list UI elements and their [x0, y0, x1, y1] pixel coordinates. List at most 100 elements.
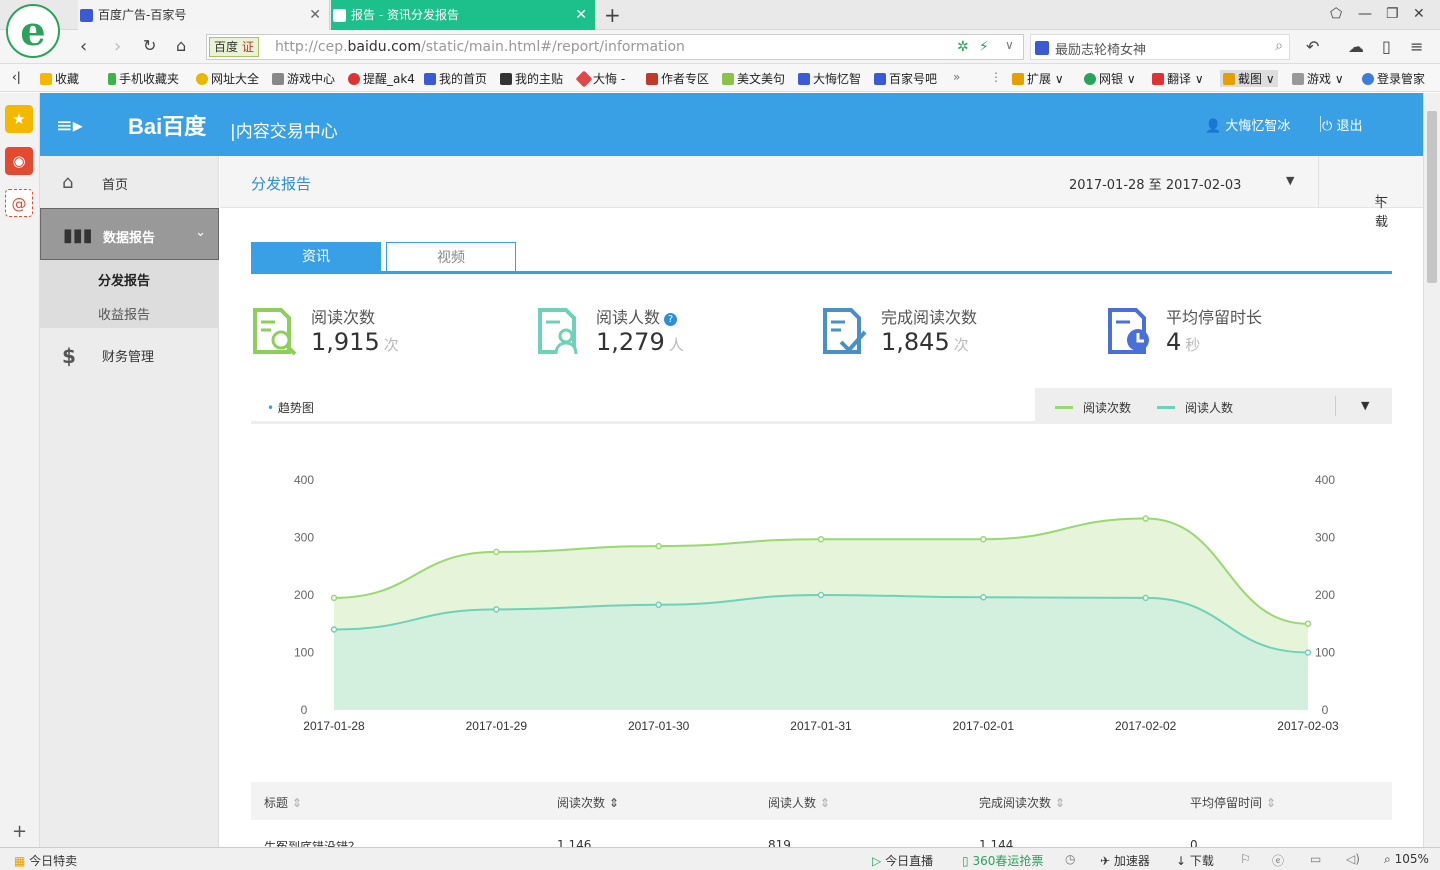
sidebar-subitem-distribution[interactable]: 分发报告: [40, 260, 219, 294]
add-icon[interactable]: +: [12, 821, 27, 842]
caret-down-icon[interactable]: ▼: [1286, 174, 1294, 187]
undo-icon[interactable]: ↶: [1306, 37, 1319, 56]
browser-tab[interactable]: 百度广告-百家号 ✕: [78, 0, 330, 30]
bookmark-item[interactable]: 百家号吧: [874, 70, 937, 87]
user-menu[interactable]: 👤 大悔忆智冰: [1205, 115, 1290, 134]
new-tab-icon[interactable]: +: [604, 3, 621, 27]
status-history-icon[interactable]: ◷: [1065, 852, 1075, 866]
y-tick-label: 0: [301, 703, 308, 717]
browser-tab-active[interactable]: 报告 - 资讯分发报告 ✕: [331, 0, 595, 30]
scrollbar[interactable]: [1423, 93, 1440, 847]
security-icon[interactable]: ✲: [957, 39, 969, 55]
bookmark-item[interactable]: 手机收藏夹: [108, 70, 179, 87]
browser-navbar: ‹ › ↻ ⌂ 百度 证 http://cep.baidu.com/static…: [0, 30, 1440, 64]
sidebar-item-finance[interactable]: $ 财务管理: [40, 328, 219, 380]
bookmark-item[interactable]: 网址大全: [196, 70, 259, 87]
bookmark-item[interactable]: 作者专区: [646, 70, 709, 87]
logout-button[interactable]: ⏻ 退出: [1322, 115, 1362, 134]
close-icon[interactable]: ✕: [575, 0, 587, 30]
favorites-star-icon[interactable]: ★: [5, 105, 33, 133]
search-input[interactable]: 最励志轮椅女神: [1055, 39, 1146, 58]
mail-icon[interactable]: @: [5, 189, 33, 217]
bookmarks-toggle-icon[interactable]: ‹|: [12, 70, 21, 84]
scrollbar-thumb[interactable]: [1427, 111, 1437, 283]
restore-icon[interactable]: ❐: [1386, 6, 1399, 22]
tab-video[interactable]: 视频: [386, 242, 516, 272]
window-close-icon[interactable]: ✕: [1413, 6, 1425, 22]
date-range-picker[interactable]: 2017-01-28 至 2017-02-03: [1069, 174, 1241, 193]
hamburger-menu-icon[interactable]: ≡▸: [56, 113, 83, 137]
minimize-icon[interactable]: —: [1358, 6, 1372, 22]
flash-icon[interactable]: ⚡: [979, 39, 989, 55]
x-tick-label: 2017-02-01: [953, 719, 1015, 733]
sidebar-subitem-income[interactable]: 收益报告: [40, 294, 219, 328]
page-title: 分发报告: [251, 175, 312, 193]
mobile-icon[interactable]: ▯: [1382, 37, 1391, 56]
browser-logo-icon[interactable]: e: [6, 4, 60, 58]
column-header-completed[interactable]: 完成阅读次数 ⇕: [979, 794, 1065, 811]
menu-icon[interactable]: ≡: [1410, 37, 1423, 56]
skin-icon[interactable]: ⬠: [1330, 6, 1342, 22]
status-train-ticket[interactable]: ▯ 360春运抢票: [962, 852, 1043, 869]
status-download[interactable]: ↓ 下载: [1176, 852, 1214, 869]
extension-item[interactable]: 截图 ∨: [1220, 70, 1278, 87]
flag-icon[interactable]: ⚐: [1240, 852, 1251, 866]
address-url[interactable]: http://cep.baidu.com/static/main.html#/r…: [275, 39, 685, 55]
column-header-readers[interactable]: 阅读人数 ⇕: [768, 794, 830, 811]
cloud-icon[interactable]: ☁: [1348, 37, 1364, 56]
dropdown-icon[interactable]: ∨: [1005, 38, 1014, 52]
stat-avg-duration: 平均停留时长 4秒: [1106, 304, 1386, 364]
column-header-reads[interactable]: 阅读次数 ⇕: [557, 794, 619, 811]
bookmark-item[interactable]: 大悔忆智: [798, 70, 861, 87]
baidu-logo[interactable]: Bai百度: [128, 109, 206, 141]
caret-down-icon[interactable]: ▼: [1361, 399, 1369, 412]
bookmark-item[interactable]: 游戏中心: [272, 70, 335, 87]
back-icon[interactable]: ‹: [80, 36, 87, 57]
bookmark-item[interactable]: 大悔 -: [575, 70, 625, 88]
sort-icon: ⇕: [1265, 796, 1276, 810]
extension-item[interactable]: 网银 ∨: [1084, 70, 1136, 87]
download-button[interactable]: ⤓ 下载: [1318, 156, 1423, 230]
legend-item-reads[interactable]: 阅读次数: [1055, 399, 1131, 416]
bookmark-item[interactable]: 提醒_ak4: [348, 70, 415, 87]
status-live[interactable]: ▷ 今日直播: [872, 852, 933, 869]
home-icon[interactable]: ⌂: [176, 36, 186, 55]
data-point: [493, 606, 500, 613]
extension-item[interactable]: 扩展 ∨: [1012, 70, 1064, 87]
table-cell[interactable]: 生冤到底错没错？: [264, 838, 360, 847]
status-accelerator[interactable]: ✈ 加速器: [1100, 852, 1150, 869]
zoom-control[interactable]: ⌕ 105%: [1384, 852, 1429, 867]
chart-tab-trend[interactable]: • 趋势图: [267, 399, 314, 416]
more-bookmarks-icon[interactable]: »: [953, 70, 960, 84]
more-icon[interactable]: ⋮: [990, 70, 1002, 84]
bookmark-item[interactable]: 收藏: [40, 70, 79, 87]
close-icon[interactable]: ✕: [309, 0, 321, 30]
forward-icon[interactable]: ›: [114, 36, 121, 57]
extension-item[interactable]: 游戏 ∨: [1292, 70, 1344, 87]
legend-item-readers[interactable]: 阅读人数: [1157, 399, 1233, 416]
weibo-icon[interactable]: ◉: [5, 147, 33, 175]
ie-icon[interactable]: ⓔ: [1272, 852, 1284, 869]
chevron-down-icon: ⌄: [195, 225, 206, 240]
bookmark-item[interactable]: 我的主贴: [500, 70, 563, 87]
reload-icon[interactable]: ↻: [143, 36, 156, 55]
search-box[interactable]: 最励志轮椅女神 ⌕: [1030, 34, 1290, 60]
column-header-title[interactable]: 标题 ⇕: [264, 794, 302, 811]
column-header-duration[interactable]: 平均停留时间 ⇕: [1190, 794, 1276, 811]
bookmark-item[interactable]: 我的首页: [424, 70, 487, 87]
sidebar-item-data-report[interactable]: ▮▮▮ 数据报告 ⌄: [40, 208, 219, 260]
window-icon[interactable]: ▭: [1310, 852, 1321, 866]
volume-icon[interactable]: ◁): [1346, 852, 1360, 866]
bookmark-item[interactable]: 美文美句: [722, 70, 785, 87]
tab-news[interactable]: 资讯: [251, 242, 381, 272]
chart-legend: 阅读次数 阅读人数 ▼: [1035, 388, 1392, 424]
tab-title: 百度广告-百家号: [98, 8, 187, 22]
search-icon[interactable]: ⌕: [1275, 38, 1283, 54]
extension-item[interactable]: 登录管家: [1362, 70, 1425, 87]
status-sale[interactable]: ▦ 今日特卖: [14, 852, 77, 869]
sidebar-item-home[interactable]: ⌂ 首页: [40, 156, 219, 208]
extension-item[interactable]: 翻译 ∨: [1152, 70, 1204, 87]
address-bar[interactable]: 百度 证 http://cep.baidu.com/static/main.ht…: [206, 34, 1024, 60]
x-tick-label: 2017-02-02: [1115, 719, 1177, 733]
help-icon[interactable]: ?: [664, 313, 678, 326]
